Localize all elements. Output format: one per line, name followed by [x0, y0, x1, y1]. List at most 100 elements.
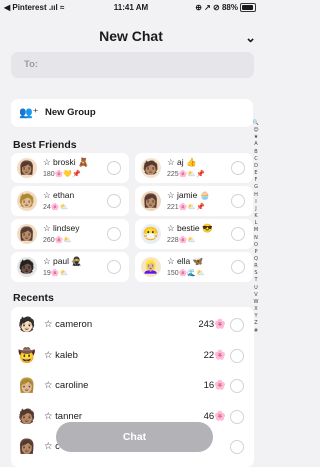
snap-score: 180🌸💛📌: [43, 171, 81, 178]
snap-score: 16🌸: [203, 380, 226, 391]
alphabet-letter[interactable]: W: [251, 299, 261, 306]
avatar: 👩🏽: [17, 158, 37, 178]
recent-name: ☆ tanner: [44, 410, 83, 422]
best-friend-item[interactable]: 👩🏽 ☆ broski 🧸 180🌸💛📌: [11, 153, 129, 183]
alphabet-letter[interactable]: E: [251, 170, 261, 177]
avatar: 👩🏽: [17, 224, 37, 244]
select-radio[interactable]: [230, 318, 244, 332]
alphabet-letter[interactable]: U: [251, 285, 261, 292]
avatar: 🧑🏼: [17, 191, 37, 211]
to-input[interactable]: To:: [11, 52, 254, 78]
avatar: 🧑🏻: [18, 316, 36, 332]
to-label: To:: [24, 59, 39, 70]
alphabet-letter[interactable]: G: [251, 184, 261, 191]
select-radio[interactable]: [231, 161, 245, 175]
avatar: 🧑🏽: [18, 407, 36, 424]
add-group-icon: 👥⁺: [19, 107, 39, 119]
friend-name: ☆ broski 🧸: [43, 157, 89, 167]
recent-name: ☆ cameron: [44, 319, 93, 330]
alphabet-letter[interactable]: L: [251, 220, 261, 227]
alphabet-letter[interactable]: I: [251, 199, 261, 206]
snap-score: 24🌸⛅: [43, 204, 69, 211]
chevron-down-icon[interactable]: ⌄: [245, 30, 256, 46]
select-radio[interactable]: [107, 194, 121, 208]
select-radio[interactable]: [231, 227, 245, 241]
alphabet-letter[interactable]: P: [251, 249, 261, 256]
status-icons: ⊕ ↗ ⊘ 88%: [195, 3, 256, 13]
select-radio[interactable]: [230, 379, 244, 393]
friend-name: ☆ jamie 🧁: [167, 190, 211, 200]
best-friend-item[interactable]: 😷 ☆ bestie 😎 228🌸⛅: [135, 219, 253, 249]
snap-score: 46🌸: [203, 410, 226, 422]
recent-item[interactable]: 👩🏼 ☆ caroline 16🌸: [11, 370, 254, 400]
alphabet-letter[interactable]: A: [251, 141, 261, 148]
alphabet-letter[interactable]: V: [251, 292, 261, 299]
friend-name: ☆ aj 👍: [167, 157, 197, 167]
alphabet-letter[interactable]: 😊: [251, 127, 261, 134]
avatar: 👱🏼‍♀️: [141, 257, 161, 277]
select-radio[interactable]: [230, 440, 244, 454]
alphabet-letter[interactable]: Z: [251, 320, 261, 327]
alphabet-letter[interactable]: B: [251, 149, 261, 156]
alphabet-letter[interactable]: #: [251, 328, 261, 335]
snap-score: 150🌸🌊⛅: [167, 270, 205, 277]
friend-name: ☆ lindsey: [43, 223, 80, 233]
best-friends-heading: Best Friends: [13, 139, 77, 151]
alphabet-letter[interactable]: F: [251, 177, 261, 184]
avatar: 👩🏼: [18, 377, 36, 393]
alphabet-letter[interactable]: H: [251, 192, 261, 199]
alphabet-letter[interactable]: S: [251, 270, 261, 277]
avatar: 🤠: [18, 346, 36, 363]
select-radio[interactable]: [107, 260, 121, 274]
alphabet-letter[interactable]: C: [251, 156, 261, 163]
alphabet-letter[interactable]: R: [251, 263, 261, 270]
alphabet-letter[interactable]: 🔍: [251, 120, 261, 127]
recent-item[interactable]: 🤠 ☆ kaleb 22🌸: [11, 340, 254, 370]
new-group-label: New Group: [45, 107, 96, 118]
battery-icon: [240, 3, 256, 13]
alphabet-letter[interactable]: D: [251, 163, 261, 170]
select-radio[interactable]: [231, 194, 245, 208]
select-radio[interactable]: [230, 409, 244, 424]
alphabet-index[interactable]: 🔍 😊 ★ A B C D E F G H I J K L M N O P Q R S T U V W X Y Z #: [251, 120, 261, 335]
snap-score: 243🌸: [198, 319, 226, 330]
alphabet-letter[interactable]: J: [251, 206, 261, 213]
best-friend-item[interactable]: 👩🏽 ☆ lindsey 260🌸⛅: [11, 219, 129, 249]
best-friend-item[interactable]: 👱🏼‍♀️ ☆ ella 🦋 150🌸🌊⛅: [135, 252, 253, 282]
recents-heading: Recents: [13, 292, 54, 304]
alphabet-letter[interactable]: N: [251, 235, 261, 242]
avatar: 😷: [141, 224, 161, 244]
friend-name: ☆ ella 🦋: [167, 256, 204, 266]
snap-score: 22🌸: [203, 349, 226, 361]
alphabet-letter[interactable]: ★: [251, 134, 261, 141]
chat-button[interactable]: Chat: [56, 422, 213, 452]
alphabet-letter[interactable]: K: [251, 213, 261, 220]
recent-item[interactable]: 🧑🏻 ☆ cameron 243🌸: [11, 309, 254, 339]
best-friend-item[interactable]: 🧑🏽 ☆ aj 👍 225🌸⛅📌: [135, 153, 253, 183]
best-friend-item[interactable]: 👩🏽 ☆ jamie 🧁 221🌸⛅📌: [135, 186, 253, 216]
avatar: 👩🏽: [141, 191, 161, 211]
alphabet-letter[interactable]: Y: [251, 313, 261, 320]
page-title: New Chat: [99, 28, 163, 44]
best-friend-item[interactable]: 🧑🏿 ☆ paul 🥷 19🌸⛅: [11, 252, 129, 282]
alphabet-letter[interactable]: O: [251, 242, 261, 249]
alphabet-letter[interactable]: T: [251, 277, 261, 284]
new-group-button[interactable]: 👥⁺ New Group: [11, 99, 253, 127]
alphabet-letter[interactable]: M: [251, 227, 261, 234]
select-radio[interactable]: [107, 161, 121, 175]
alphabet-letter[interactable]: X: [251, 306, 261, 313]
select-radio[interactable]: [231, 260, 245, 274]
friend-name: ☆ ethan: [43, 190, 75, 200]
select-radio[interactable]: [230, 348, 244, 363]
snap-score: 260🌸⛅: [43, 237, 73, 244]
snap-score: 228🌸⛅: [167, 237, 197, 244]
best-friend-item[interactable]: 🧑🏼 ☆ ethan 24🌸⛅: [11, 186, 129, 216]
alphabet-letter[interactable]: Q: [251, 256, 261, 263]
status-bar: ◀ Pinterest .ııl ≈ 11:41 AM ⊕ ↗ ⊘ 88%: [0, 0, 262, 16]
friend-name: ☆ bestie 😎: [167, 223, 213, 233]
avatar: 🧑🏿: [17, 257, 37, 277]
snap-score: 221🌸⛅📌: [167, 204, 205, 211]
snap-score: 19🌸⛅: [43, 270, 69, 277]
avatar: 🧑🏽: [141, 158, 161, 178]
select-radio[interactable]: [107, 227, 121, 241]
